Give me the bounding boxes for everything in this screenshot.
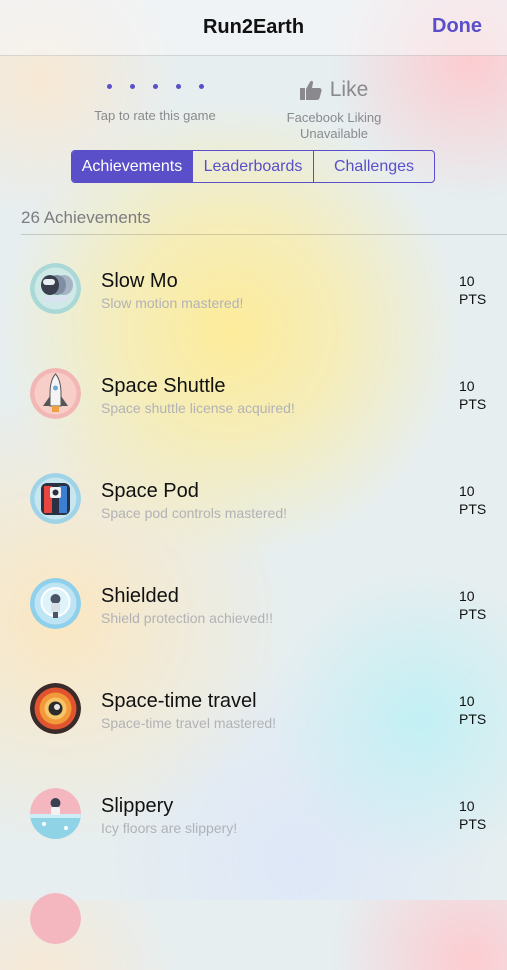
points-unit: PTS xyxy=(459,291,487,307)
rating-dot-2[interactable] xyxy=(129,83,135,89)
facebook-caption: Facebook Liking Unavailable xyxy=(270,110,398,142)
achievement-title: Slow Mo xyxy=(101,270,178,292)
thumbs-up-icon xyxy=(299,80,322,100)
like-label: Like xyxy=(329,78,369,101)
achievement-description: Space pod controls mastered! xyxy=(101,505,287,521)
list-item[interactable]: Space Shuttle Space shuttle license acqu… xyxy=(0,340,507,445)
achievement-title: Space-time travel xyxy=(101,690,257,712)
points-value: 10 xyxy=(459,378,475,394)
points-value: 10 xyxy=(459,693,475,709)
space-time-badge-icon xyxy=(30,683,81,734)
list-item[interactable]: Slippery Icy floors are slippery! 10 PTS xyxy=(0,760,507,865)
achievements-list: Slow Mo Slow motion mastered! 10 PTS Spa… xyxy=(0,235,507,970)
list-item[interactable]: Space-time travel Space-time travel mast… xyxy=(0,655,507,760)
achievement-description: Slow motion mastered! xyxy=(101,295,244,311)
points-unit: PTS xyxy=(459,816,487,832)
points-unit: PTS xyxy=(459,711,487,727)
page-title: Run2Earth xyxy=(202,16,305,38)
achievement-title: Space Pod xyxy=(101,480,199,502)
space-pod-badge-icon xyxy=(30,473,81,524)
achievement-description: Icy floors are slippery! xyxy=(101,820,238,836)
achievement-points: 10 PTS xyxy=(459,587,486,623)
achievement-description: Space shuttle license acquired! xyxy=(101,400,295,416)
navigation-bar: Run2Earth Done xyxy=(0,0,507,56)
done-button[interactable]: Done xyxy=(432,15,482,38)
achievement-points: 10 PTS xyxy=(459,272,486,308)
achievement-badge-icon xyxy=(30,893,81,944)
points-value: 10 xyxy=(459,483,475,499)
achievement-description: Shield protection achieved!! xyxy=(101,610,273,626)
slow-mo-badge-icon xyxy=(30,263,81,314)
points-value: 10 xyxy=(459,798,475,814)
slippery-badge-icon xyxy=(30,788,81,839)
rating-dot-4[interactable] xyxy=(175,83,181,89)
achievement-title: Shielded xyxy=(101,585,179,607)
facebook-like: Like Facebook Liking Unavailable xyxy=(270,76,398,142)
segmented-control: Achievements Leaderboards Challenges xyxy=(71,150,435,183)
rating-dot-1[interactable] xyxy=(106,83,112,89)
facebook-caption-line1: Facebook Liking xyxy=(286,110,382,125)
shield-badge-icon xyxy=(30,578,81,629)
list-item[interactable]: Slow Mo Slow motion mastered! 10 PTS xyxy=(0,235,507,340)
points-value: 10 xyxy=(459,588,475,604)
rating-dots[interactable] xyxy=(80,76,230,96)
rate-game-control[interactable]: Tap to rate this game xyxy=(80,76,230,123)
points-unit: PTS xyxy=(459,396,487,412)
space-shuttle-badge-icon xyxy=(30,368,81,419)
rate-caption: Tap to rate this game xyxy=(94,108,216,123)
achievements-count: 26 Achievements xyxy=(21,208,151,227)
points-unit: PTS xyxy=(459,501,487,517)
list-item-partial[interactable] xyxy=(0,865,507,970)
tab-challenges[interactable]: Challenges xyxy=(313,151,434,182)
achievement-points: 10 PTS xyxy=(459,692,486,728)
list-item[interactable]: Shielded Shield protection achieved!! 10… xyxy=(0,550,507,655)
rating-dot-3[interactable] xyxy=(152,83,158,89)
facebook-caption-line2: Unavailable xyxy=(300,126,368,141)
achievement-points: 10 PTS xyxy=(459,377,486,413)
achievement-title: Space Shuttle xyxy=(101,375,226,397)
tab-achievements[interactable]: Achievements xyxy=(72,151,192,182)
achievement-description: Space-time travel mastered! xyxy=(101,715,277,731)
points-value: 10 xyxy=(459,273,475,289)
tab-leaderboards[interactable]: Leaderboards xyxy=(192,151,313,182)
achievement-points: 10 PTS xyxy=(459,482,486,518)
achievement-title: Slippery xyxy=(101,795,174,817)
points-unit: PTS xyxy=(459,606,487,622)
rating-dot-5[interactable] xyxy=(198,83,204,89)
achievement-points: 10 PTS xyxy=(459,797,486,833)
list-item[interactable]: Space Pod Space pod controls mastered! 1… xyxy=(0,445,507,550)
